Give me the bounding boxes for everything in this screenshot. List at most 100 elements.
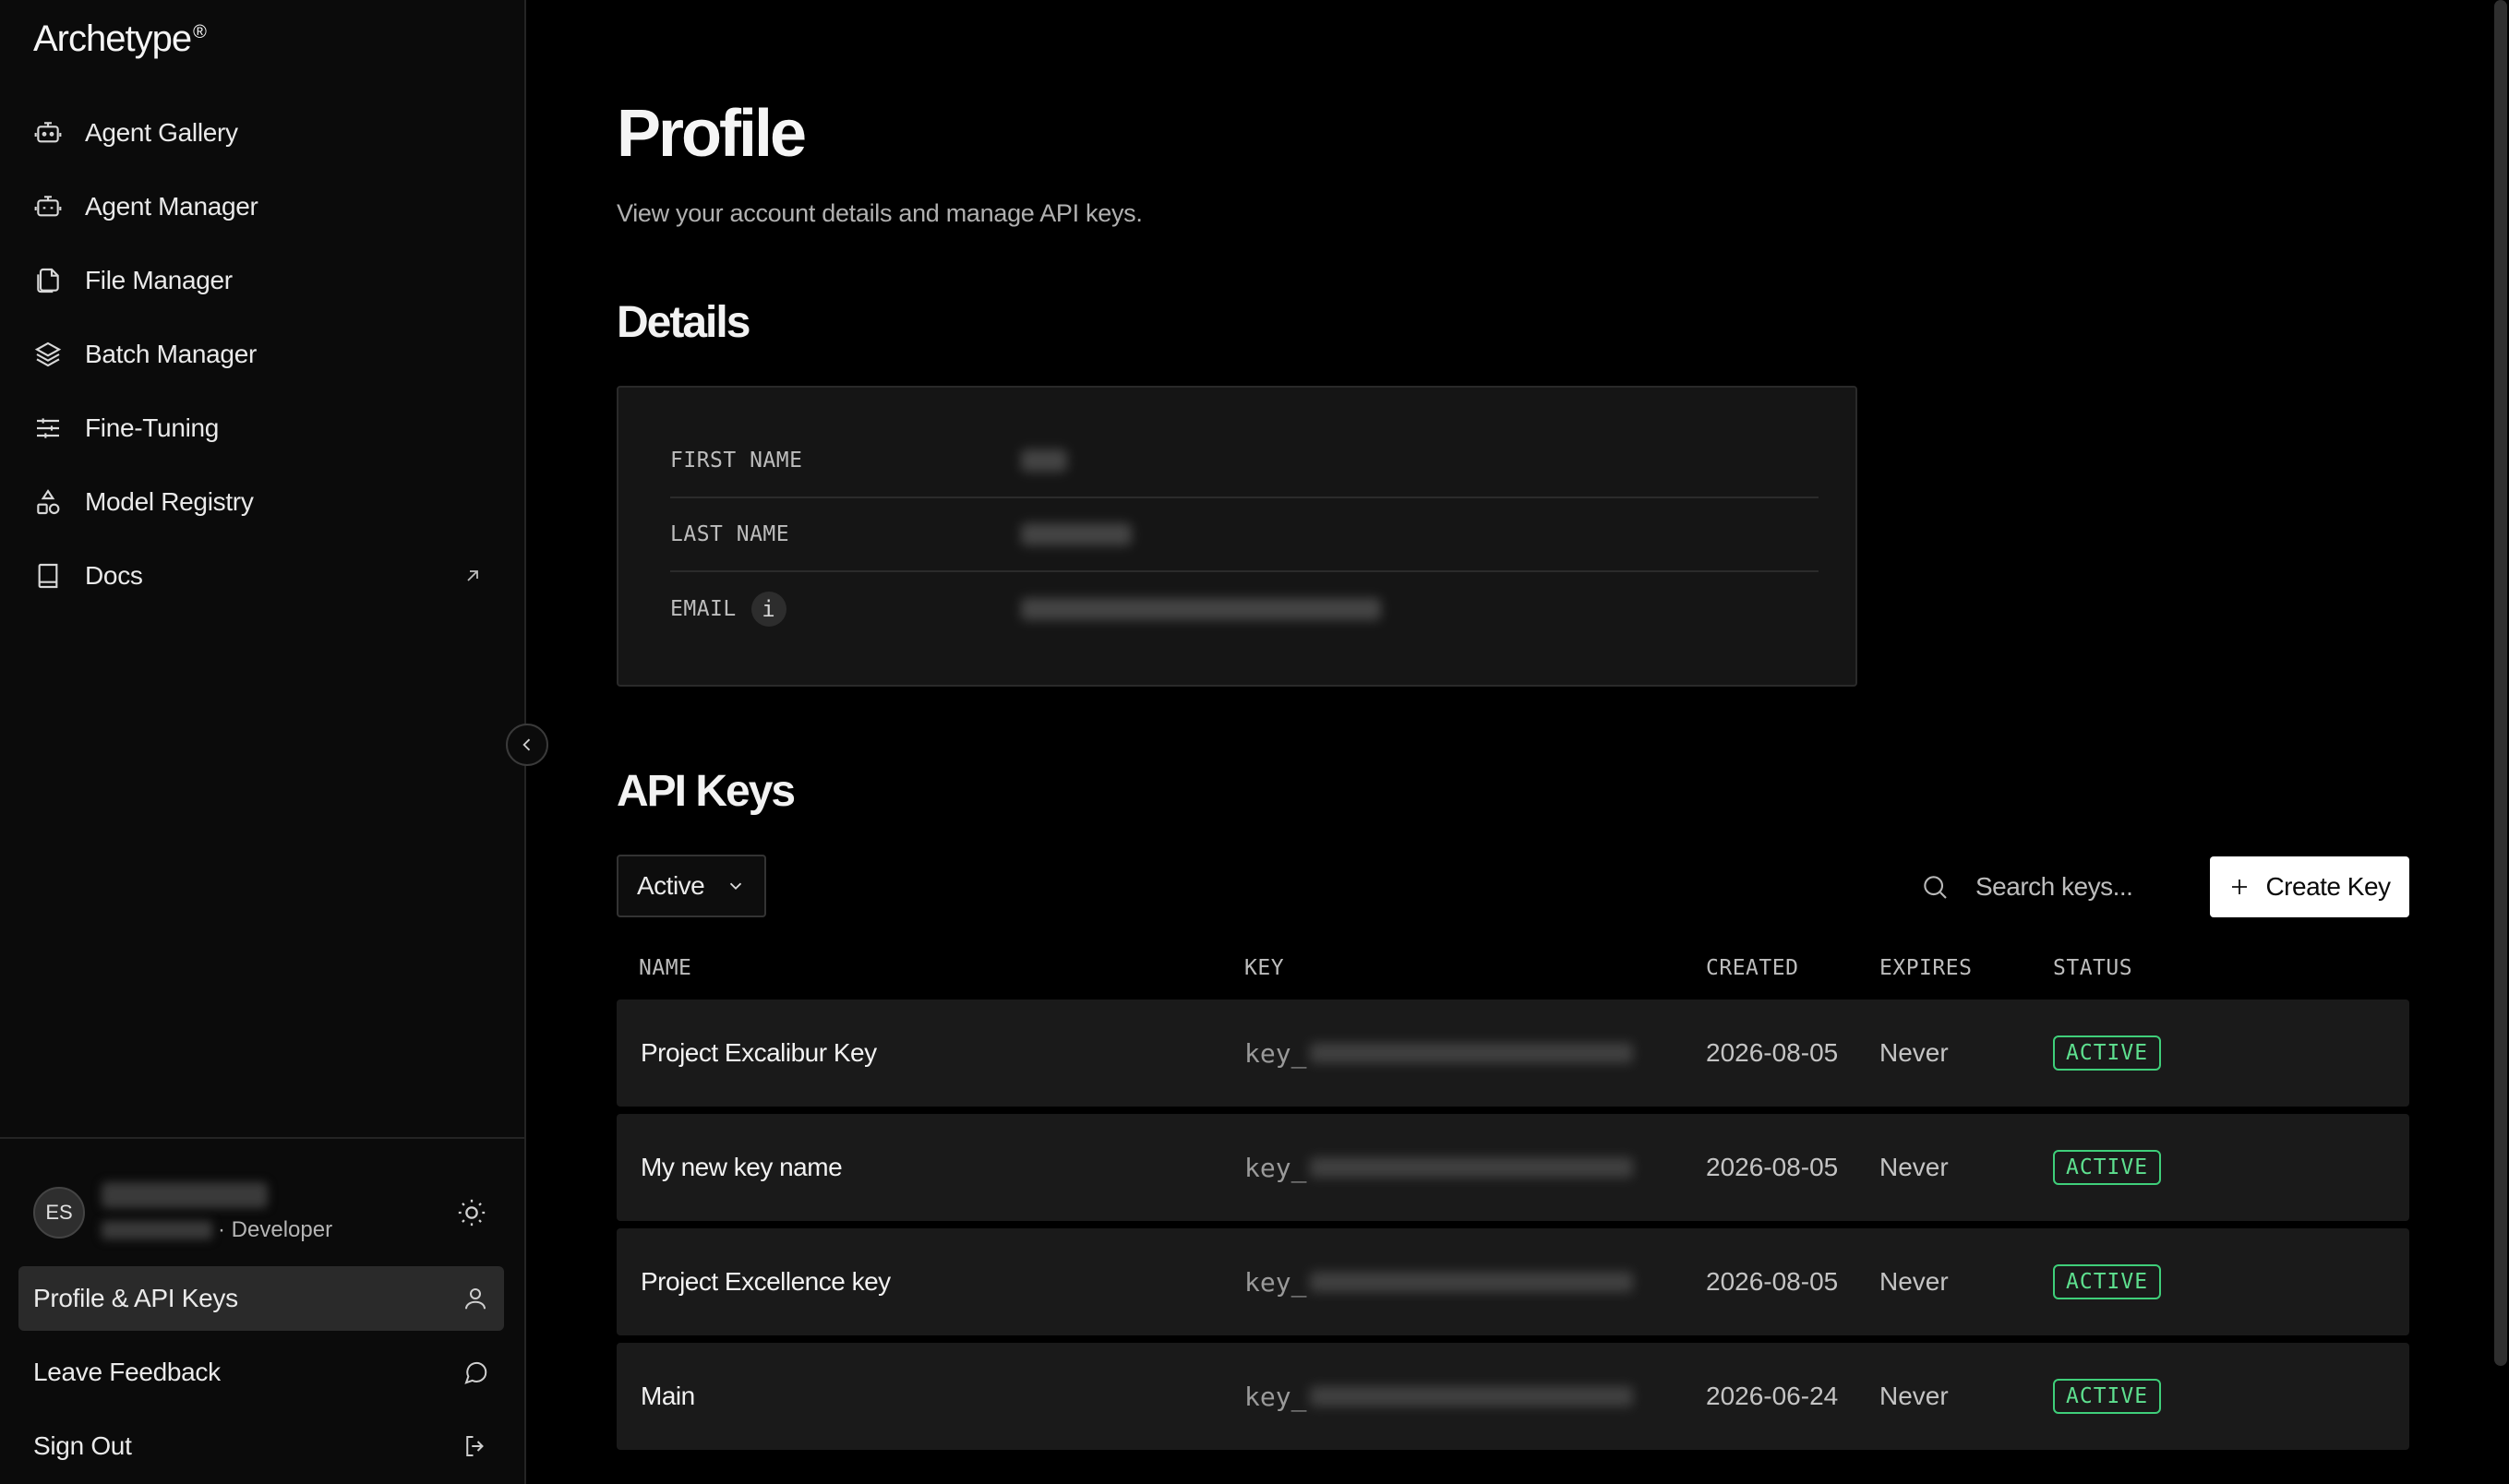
last-name-value-redacted xyxy=(1021,523,1132,545)
email-value-redacted xyxy=(1021,598,1381,620)
key-name: My new key name xyxy=(641,1153,843,1181)
first-name-label: FIRST NAME xyxy=(670,449,803,473)
user-name-redacted xyxy=(102,1182,268,1208)
sidebar-item-label: Agent Gallery xyxy=(85,118,238,147)
sidebar-item-label: Agent Manager xyxy=(85,192,258,221)
key-value: key_ xyxy=(1244,999,1634,1107)
user-role: · Developer xyxy=(102,1217,456,1243)
status-filter-select[interactable]: Active xyxy=(617,855,766,917)
status-badge: ACTIVE xyxy=(2053,1150,2162,1185)
main-content: Profile View your account details and ma… xyxy=(526,0,2509,1484)
sidebar-item-label: Fine-Tuning xyxy=(85,413,220,442)
first-name-value-redacted xyxy=(1021,449,1067,472)
table-row[interactable]: Project Excalibur Key key_ 2026-08-05 Ne… xyxy=(617,999,2409,1107)
sidebar-item-label: Batch Manager xyxy=(85,340,257,368)
table-row[interactable]: Project Excellence key key_ 2026-08-05 N… xyxy=(617,1228,2409,1335)
key-redacted xyxy=(1310,1272,1634,1292)
brand-logo[interactable]: Archetype ® xyxy=(33,18,207,60)
user-info: · Developer xyxy=(102,1182,456,1243)
key-expires: Never xyxy=(1879,1153,1949,1181)
sidebar-footer: ES · Developer Profile & API Keys Leave … xyxy=(0,1137,524,1484)
sidebar-item-sign-out[interactable]: Sign Out xyxy=(18,1414,504,1478)
avatar[interactable]: ES xyxy=(33,1187,85,1239)
sliders-icon xyxy=(33,413,63,443)
column-header-key[interactable]: KEY xyxy=(1244,956,1284,980)
info-icon[interactable]: i xyxy=(750,592,786,627)
signout-label: Sign Out xyxy=(33,1431,132,1460)
sidebar-item-fine-tuning[interactable]: Fine-Tuning xyxy=(0,391,524,465)
sidebar-item-agent-gallery[interactable]: Agent Gallery xyxy=(0,96,524,170)
create-key-button[interactable]: Create Key xyxy=(2210,856,2409,917)
user-card: ES · Developer xyxy=(33,1176,487,1250)
column-header-created[interactable]: CREATED xyxy=(1706,956,1798,980)
table-row[interactable]: Main key_ 2026-06-24 Never ACTIVE xyxy=(617,1343,2409,1450)
feedback-label: Leave Feedback xyxy=(33,1358,221,1386)
column-header-name[interactable]: NAME xyxy=(639,956,691,980)
key-prefix: key_ xyxy=(1244,1037,1307,1069)
sidebar-item-label: File Manager xyxy=(85,266,233,294)
table-header: NAME KEY CREATED EXPIRES STATUS xyxy=(617,951,2409,987)
sidebar-item-label: Model Registry xyxy=(85,487,254,516)
key-status: ACTIVE xyxy=(2053,1228,2162,1335)
key-status: ACTIVE xyxy=(2053,999,2162,1107)
detail-row-email: EMAIL i xyxy=(670,572,1819,646)
logout-icon xyxy=(462,1432,489,1460)
page-title: Profile xyxy=(617,97,807,171)
key-prefix: key_ xyxy=(1244,1152,1307,1183)
robot-settings-icon xyxy=(33,192,63,221)
detail-row-last-name: LAST NAME xyxy=(670,498,1819,572)
key-created: 2026-06-24 xyxy=(1706,1382,1839,1410)
plus-icon xyxy=(2228,876,2251,898)
sidebar-item-agent-manager[interactable]: Agent Manager xyxy=(0,170,524,244)
key-name: Project Excalibur Key xyxy=(641,1038,877,1067)
key-prefix: key_ xyxy=(1244,1266,1307,1298)
status-badge: ACTIVE xyxy=(2053,1379,2162,1414)
main-scrollbar[interactable] xyxy=(2494,0,2507,1366)
sidebar-item-leave-feedback[interactable]: Leave Feedback xyxy=(18,1340,504,1405)
sun-icon[interactable] xyxy=(456,1197,487,1228)
key-value: key_ xyxy=(1244,1228,1634,1335)
status-filter-value: Active xyxy=(637,871,705,900)
column-header-expires[interactable]: EXPIRES xyxy=(1879,956,1972,980)
sidebar-item-profile-api-keys[interactable]: Profile & API Keys xyxy=(18,1266,504,1331)
key-status: ACTIVE xyxy=(2053,1343,2162,1450)
external-link-icon xyxy=(462,565,484,587)
search-keys xyxy=(1920,858,2188,916)
status-badge: ACTIVE xyxy=(2053,1035,2162,1071)
key-redacted xyxy=(1310,1386,1634,1406)
brand-name: Archetype xyxy=(33,18,192,59)
collapse-sidebar-button[interactable] xyxy=(506,724,548,766)
layers-icon xyxy=(33,340,63,369)
search-input[interactable] xyxy=(1975,872,2179,902)
sidebar-item-batch-manager[interactable]: Batch Manager xyxy=(0,317,524,391)
shapes-icon xyxy=(33,487,63,517)
brand-registered-mark: ® xyxy=(193,22,207,42)
key-status: ACTIVE xyxy=(2053,1114,2162,1221)
search-icon xyxy=(1920,872,1950,902)
key-value: key_ xyxy=(1244,1343,1634,1450)
files-icon xyxy=(33,266,63,295)
profile-label: Profile & API Keys xyxy=(33,1284,238,1312)
key-created: 2026-08-05 xyxy=(1706,1153,1839,1181)
key-name: Project Excellence key xyxy=(641,1267,891,1296)
sidebar-item-label: Docs xyxy=(85,561,143,590)
details-card: FIRST NAME LAST NAME EMAIL i xyxy=(617,386,1857,687)
user-icon xyxy=(462,1285,489,1312)
chevron-left-icon xyxy=(522,738,531,751)
sidebar-item-docs[interactable]: Docs xyxy=(0,539,524,613)
table-row[interactable]: My new key name key_ 2026-08-05 Never AC… xyxy=(617,1114,2409,1221)
sidebar-nav: Agent Gallery Agent Manager File Manager… xyxy=(0,96,524,613)
key-expires: Never xyxy=(1879,1038,1949,1067)
page-subtitle: View your account details and manage API… xyxy=(617,199,1143,227)
user-role-label: · Developer xyxy=(218,1217,333,1242)
details-heading: Details xyxy=(617,298,750,347)
sidebar-item-model-registry[interactable]: Model Registry xyxy=(0,465,524,539)
email-label-text: EMAIL xyxy=(670,597,737,621)
sidebar-item-file-manager[interactable]: File Manager xyxy=(0,244,524,317)
key-redacted xyxy=(1310,1157,1634,1178)
sidebar: Archetype ® Agent Gallery Agent Manager F… xyxy=(0,0,526,1484)
column-header-status[interactable]: STATUS xyxy=(2053,956,2132,980)
user-org-redacted xyxy=(102,1221,212,1239)
key-prefix: key_ xyxy=(1244,1381,1307,1412)
key-expires: Never xyxy=(1879,1267,1949,1296)
